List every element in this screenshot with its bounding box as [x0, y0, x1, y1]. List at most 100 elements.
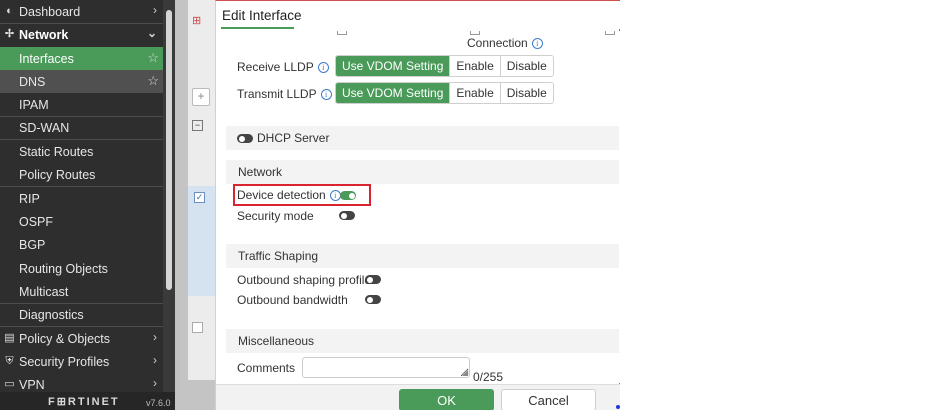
policy-icon: ▤: [4, 332, 15, 344]
miscellaneous-section-header: Miscellaneous: [226, 329, 619, 353]
receive-lldp-use-vdom-button[interactable]: Use VDOM Setting: [336, 56, 450, 76]
outbound-shaping-profile-label: Outbound shaping profile: [237, 273, 372, 287]
plus-icon[interactable]: +: [192, 88, 210, 106]
sidebar-scrollbar-thumb[interactable]: [166, 10, 172, 290]
sidebar-item-label: DNS: [19, 74, 46, 89]
dhcp-server-toggle[interactable]: [237, 134, 253, 143]
outbound-bandwidth-label: Outbound bandwidth: [237, 293, 348, 307]
sidebar-item-ipam[interactable]: IPAM: [0, 93, 163, 116]
comments-label: Comments: [237, 361, 296, 375]
transmit-lldp-disable-button[interactable]: Disable: [499, 83, 553, 103]
partial-checkbox[interactable]: [337, 31, 347, 35]
edit-interface-dialog: Edit Interface Connection i Receive LLDP i…: [215, 0, 620, 410]
sidebar-item-static-routes[interactable]: Static Routes: [0, 140, 163, 163]
connection-label: Connection i: [467, 36, 543, 50]
background-selected-row: ✓: [188, 186, 216, 296]
miscellaneous-title: Miscellaneous: [238, 334, 315, 348]
info-icon[interactable]: i: [531, 38, 543, 49]
device-detection-toggle[interactable]: [340, 191, 356, 200]
sidebar-item-label: BGP: [19, 237, 46, 252]
sidebar-item-label: RIP: [19, 191, 40, 206]
comments-textarea[interactable]: [302, 357, 470, 378]
receive-lldp-disable-button[interactable]: Disable: [499, 56, 553, 76]
sidebar-item-label: IPAM: [19, 97, 49, 112]
sidebar-item-label: Security Profiles: [19, 354, 110, 369]
security-mode-toggle[interactable]: [339, 211, 355, 220]
sidebar-item-label: Network: [19, 27, 69, 42]
comments-char-counter: 0/255: [473, 370, 504, 383]
sidebar-item-network[interactable]: ✢ Network ⌄: [0, 23, 163, 46]
favorite-star-icon[interactable]: ☆: [147, 50, 159, 66]
sidebar-item-routing-objects[interactable]: Routing Objects: [0, 257, 163, 280]
grid-icon: ⊞: [192, 15, 202, 27]
chevron-right-icon: ›: [153, 3, 157, 17]
traffic-shaping-title: Traffic Shaping: [238, 249, 319, 263]
app-root: ◐ Dashboard › ✢ Network ⌄ Interfaces ☆ D…: [0, 0, 926, 410]
sidebar-item-label: VPN: [19, 377, 45, 392]
transmit-lldp-use-vdom-button[interactable]: Use VDOM Setting: [336, 83, 450, 103]
sidebar-item-multicast[interactable]: Multicast: [0, 280, 163, 303]
dialog-footer: OK Cancel: [216, 384, 620, 410]
receive-lldp-enable-button[interactable]: Enable: [449, 56, 500, 76]
traffic-shaping-section-header: Traffic Shaping: [226, 244, 619, 268]
sidebar-item-policy-objects[interactable]: ▤ Policy & Objects ›: [0, 327, 163, 350]
dialog-header: Edit Interface: [216, 1, 620, 29]
chevron-right-icon: ›: [153, 376, 157, 390]
collapse-icon[interactable]: −: [192, 120, 203, 131]
dialog-title: Edit Interface: [222, 8, 302, 23]
ok-button[interactable]: OK: [399, 389, 494, 410]
sidebar-item-label: OSPF: [19, 214, 54, 229]
cursor-marker: [616, 405, 620, 409]
transmit-lldp-label: Transmit LLDP i: [237, 87, 332, 101]
favorite-star-icon[interactable]: ☆: [147, 73, 159, 89]
network-section-header: Network: [226, 160, 619, 184]
sidebar: ◐ Dashboard › ✢ Network ⌄ Interfaces ☆ D…: [0, 0, 175, 410]
chevron-right-icon: ›: [153, 353, 157, 367]
dhcp-server-label: DHCP Server: [257, 131, 330, 145]
chevron-down-icon: ⌄: [146, 26, 157, 40]
sidebar-item-dashboard[interactable]: ◐ Dashboard ›: [0, 0, 163, 23]
outbound-bandwidth-toggle[interactable]: [365, 295, 381, 304]
resize-grip-icon[interactable]: ◢: [462, 368, 468, 377]
sidebar-item-dns[interactable]: DNS ☆: [0, 70, 163, 93]
dashboard-icon: ◐: [6, 5, 13, 17]
network-icon: ✢: [4, 28, 15, 40]
fortinet-logo: F⊞RTINET: [48, 396, 120, 408]
sidebar-item-rip[interactable]: RIP: [0, 187, 163, 210]
cancel-button[interactable]: Cancel: [501, 389, 596, 410]
receive-lldp-toggle-group: Use VDOM Setting Enable Disable: [335, 55, 554, 77]
sidebar-item-ospf[interactable]: OSPF: [0, 210, 163, 233]
sidebar-item-label: Dashboard: [19, 4, 81, 19]
sidebar-item-label: Routing Objects: [19, 261, 108, 276]
sidebar-item-diagnostics[interactable]: Diagnostics: [0, 303, 163, 326]
sidebar-item-label: Diagnostics: [19, 307, 84, 322]
receive-lldp-label: Receive LLDP i: [237, 60, 329, 74]
sidebar-item-label: Static Routes: [19, 144, 94, 159]
dhcp-server-section: DHCP Server: [226, 126, 619, 150]
security-icon: ⛨: [5, 355, 14, 367]
row-checkbox[interactable]: [192, 322, 203, 333]
version-label: v7.6.0: [146, 398, 171, 408]
info-icon[interactable]: i: [320, 89, 332, 100]
transmit-lldp-toggle-group: Use VDOM Setting Enable Disable: [335, 82, 554, 104]
chevron-right-icon: ›: [153, 330, 157, 344]
sidebar-item-security-profiles[interactable]: ⛨ Security Profiles ›: [0, 350, 163, 373]
checked-checkbox-icon[interactable]: ✓: [194, 192, 205, 203]
outbound-shaping-profile-toggle[interactable]: [365, 275, 381, 284]
sidebar-item-label: Policy Routes: [19, 167, 96, 182]
dialog-body: Connection i Receive LLDP i Use VDOM Setti…: [216, 31, 620, 383]
device-detection-label: Device detection i: [237, 188, 341, 202]
sidebar-item-policy-routes[interactable]: Policy Routes: [0, 163, 163, 186]
partial-checkbox[interactable]: [470, 31, 480, 35]
transmit-lldp-enable-button[interactable]: Enable: [449, 83, 500, 103]
info-icon[interactable]: i: [317, 62, 329, 73]
sidebar-item-bgp[interactable]: BGP: [0, 233, 163, 256]
title-underline: [221, 27, 294, 29]
sidebar-item-sd-wan[interactable]: SD-WAN: [0, 116, 163, 139]
sidebar-item-label: Multicast: [19, 284, 69, 299]
sidebar-item-label: SD-WAN: [19, 120, 70, 135]
sidebar-item-label: Interfaces: [19, 51, 74, 66]
sidebar-item-interfaces[interactable]: Interfaces ☆: [0, 47, 163, 70]
sidebar-item-label: Policy & Objects: [19, 331, 111, 346]
partial-checkbox[interactable]: [605, 31, 615, 35]
